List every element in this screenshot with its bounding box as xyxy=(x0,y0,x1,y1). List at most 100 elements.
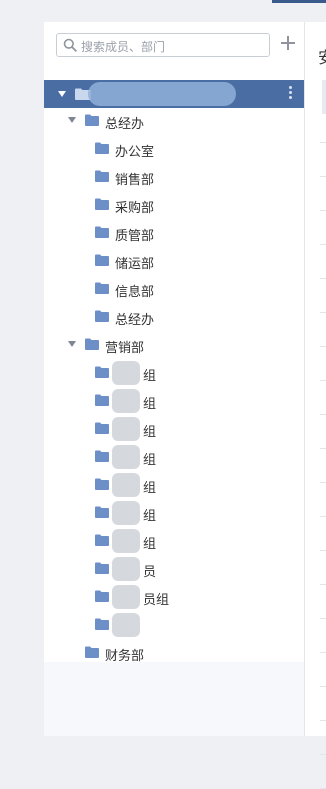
redacted-name xyxy=(112,529,140,553)
tree-item-label: 质管部 xyxy=(115,228,155,243)
folder-icon xyxy=(95,170,109,185)
top-accent-bar xyxy=(272,0,326,3)
redacted-name xyxy=(112,445,140,469)
folder-icon xyxy=(95,282,109,297)
right-panel-table-header xyxy=(322,80,326,114)
tree-item-row[interactable]: 采购部 xyxy=(44,195,304,215)
folder-icon xyxy=(95,478,109,493)
search-placeholder: 搜索成员、部门 xyxy=(81,40,166,54)
top-bar xyxy=(0,0,326,22)
tree-item-row[interactable]: 销售部 xyxy=(44,167,304,187)
tree-item-label: 组 xyxy=(143,536,157,551)
caret-down-icon[interactable] xyxy=(68,341,76,347)
folder-icon xyxy=(85,646,99,661)
right-table-row-divider xyxy=(320,550,326,551)
org-tree-panel: 搜索成员、部门 总经办 办公室 销售部 采购部 质管部 储运部 信息部 总经办 营销部组组组组组… xyxy=(44,22,304,736)
redacted-root-name xyxy=(88,82,236,106)
right-content-panel xyxy=(304,22,326,736)
folder-icon xyxy=(95,534,109,549)
tree-item-label: 采购部 xyxy=(115,200,155,215)
right-table-row-divider xyxy=(320,482,326,483)
redacted-name xyxy=(112,417,140,441)
search-icon xyxy=(63,38,77,52)
right-table-row-divider xyxy=(320,380,326,381)
tree-item-row[interactable]: 组 xyxy=(44,389,304,413)
right-table-row-divider xyxy=(320,312,326,313)
tree-group-label: 财务部 xyxy=(105,648,145,663)
tree-group-row[interactable]: 营销部 xyxy=(44,335,304,355)
caret-down-icon[interactable] xyxy=(68,117,76,123)
search-input[interactable]: 搜索成员、部门 xyxy=(56,33,270,57)
folder-icon xyxy=(95,562,109,577)
tree-item-label: 组 xyxy=(143,368,157,383)
tree-item-row[interactable]: 组 xyxy=(44,417,304,441)
right-table-row-divider xyxy=(320,754,326,755)
tree-item-row[interactable]: 组 xyxy=(44,361,304,385)
folder-icon xyxy=(95,226,109,241)
folder-icon xyxy=(85,338,99,353)
right-table-row-divider xyxy=(320,652,326,653)
more-vertical-icon[interactable] xyxy=(288,86,294,102)
right-table-row-divider xyxy=(320,720,326,721)
tree-item-row[interactable]: 组 xyxy=(44,501,304,525)
folder-icon xyxy=(95,450,109,465)
folder-icon xyxy=(95,590,109,605)
right-panel-title-fragment: 安 xyxy=(318,44,326,68)
add-department-button[interactable] xyxy=(280,35,296,51)
tree-item-row[interactable]: 组 xyxy=(44,445,304,469)
tree-group-row[interactable]: 总经办 xyxy=(44,111,304,131)
right-table-row-divider xyxy=(320,448,326,449)
tree-item-label: 总经办 xyxy=(115,312,155,327)
redacted-name xyxy=(112,501,140,525)
tree-item-row[interactable]: 组 xyxy=(44,529,304,553)
right-table-row-divider xyxy=(320,244,326,245)
folder-icon xyxy=(95,422,109,437)
right-table-row-divider xyxy=(320,176,326,177)
tree-item-row[interactable]: 总经办 xyxy=(44,307,304,327)
tree-item-label: 储运部 xyxy=(115,256,155,271)
tree-item-label: 组 xyxy=(143,452,157,467)
tree-item-row[interactable]: 办公室 xyxy=(44,139,304,159)
right-table-row-divider xyxy=(320,618,326,619)
folder-icon xyxy=(95,310,109,325)
redacted-name xyxy=(112,361,140,385)
folder-icon xyxy=(95,198,109,213)
tree-item-row[interactable]: 信息部 xyxy=(44,279,304,299)
tree-item-label: 信息部 xyxy=(115,284,155,299)
tree-item-row[interactable]: 员 xyxy=(44,557,304,581)
redacted-name xyxy=(112,389,140,413)
redacted-name xyxy=(112,557,140,581)
tree-item-row[interactable] xyxy=(44,613,304,637)
right-table-row-divider xyxy=(320,278,326,279)
tree-item-label: 组 xyxy=(143,396,157,411)
tree-group-label: 总经办 xyxy=(105,116,145,131)
folder-icon xyxy=(85,114,99,129)
tree-item-label: 员组 xyxy=(143,592,170,607)
caret-down-icon[interactable] xyxy=(58,91,66,97)
folder-icon xyxy=(95,254,109,269)
right-table-row-divider xyxy=(320,142,326,143)
tree-root-row[interactable] xyxy=(44,80,304,108)
folder-icon xyxy=(95,142,109,157)
right-table-row-divider xyxy=(320,686,326,687)
tree-item-label: 员 xyxy=(143,564,157,579)
tree-item-row[interactable]: 员组 xyxy=(44,585,304,609)
folder-icon xyxy=(95,366,109,381)
right-table-row-divider xyxy=(320,346,326,347)
folder-icon xyxy=(95,506,109,521)
right-table-row-divider xyxy=(320,414,326,415)
tree-item-row[interactable]: 组 xyxy=(44,473,304,497)
right-table-row-divider xyxy=(320,210,326,211)
tree-item-row[interactable]: 质管部 xyxy=(44,223,304,243)
tree-group-label: 营销部 xyxy=(105,340,145,355)
tree-group-row[interactable]: 财务部 xyxy=(44,643,304,663)
folder-icon xyxy=(95,618,109,633)
tree-item-row[interactable]: 储运部 xyxy=(44,251,304,271)
redacted-name xyxy=(112,473,140,497)
tree-item-label: 组 xyxy=(143,480,157,495)
tree-item-label: 组 xyxy=(143,424,157,439)
tree-item-label: 组 xyxy=(143,508,157,523)
tree-item-label: 销售部 xyxy=(115,172,155,187)
tree-item-label: 办公室 xyxy=(115,144,155,159)
panel-empty-area xyxy=(44,662,304,736)
